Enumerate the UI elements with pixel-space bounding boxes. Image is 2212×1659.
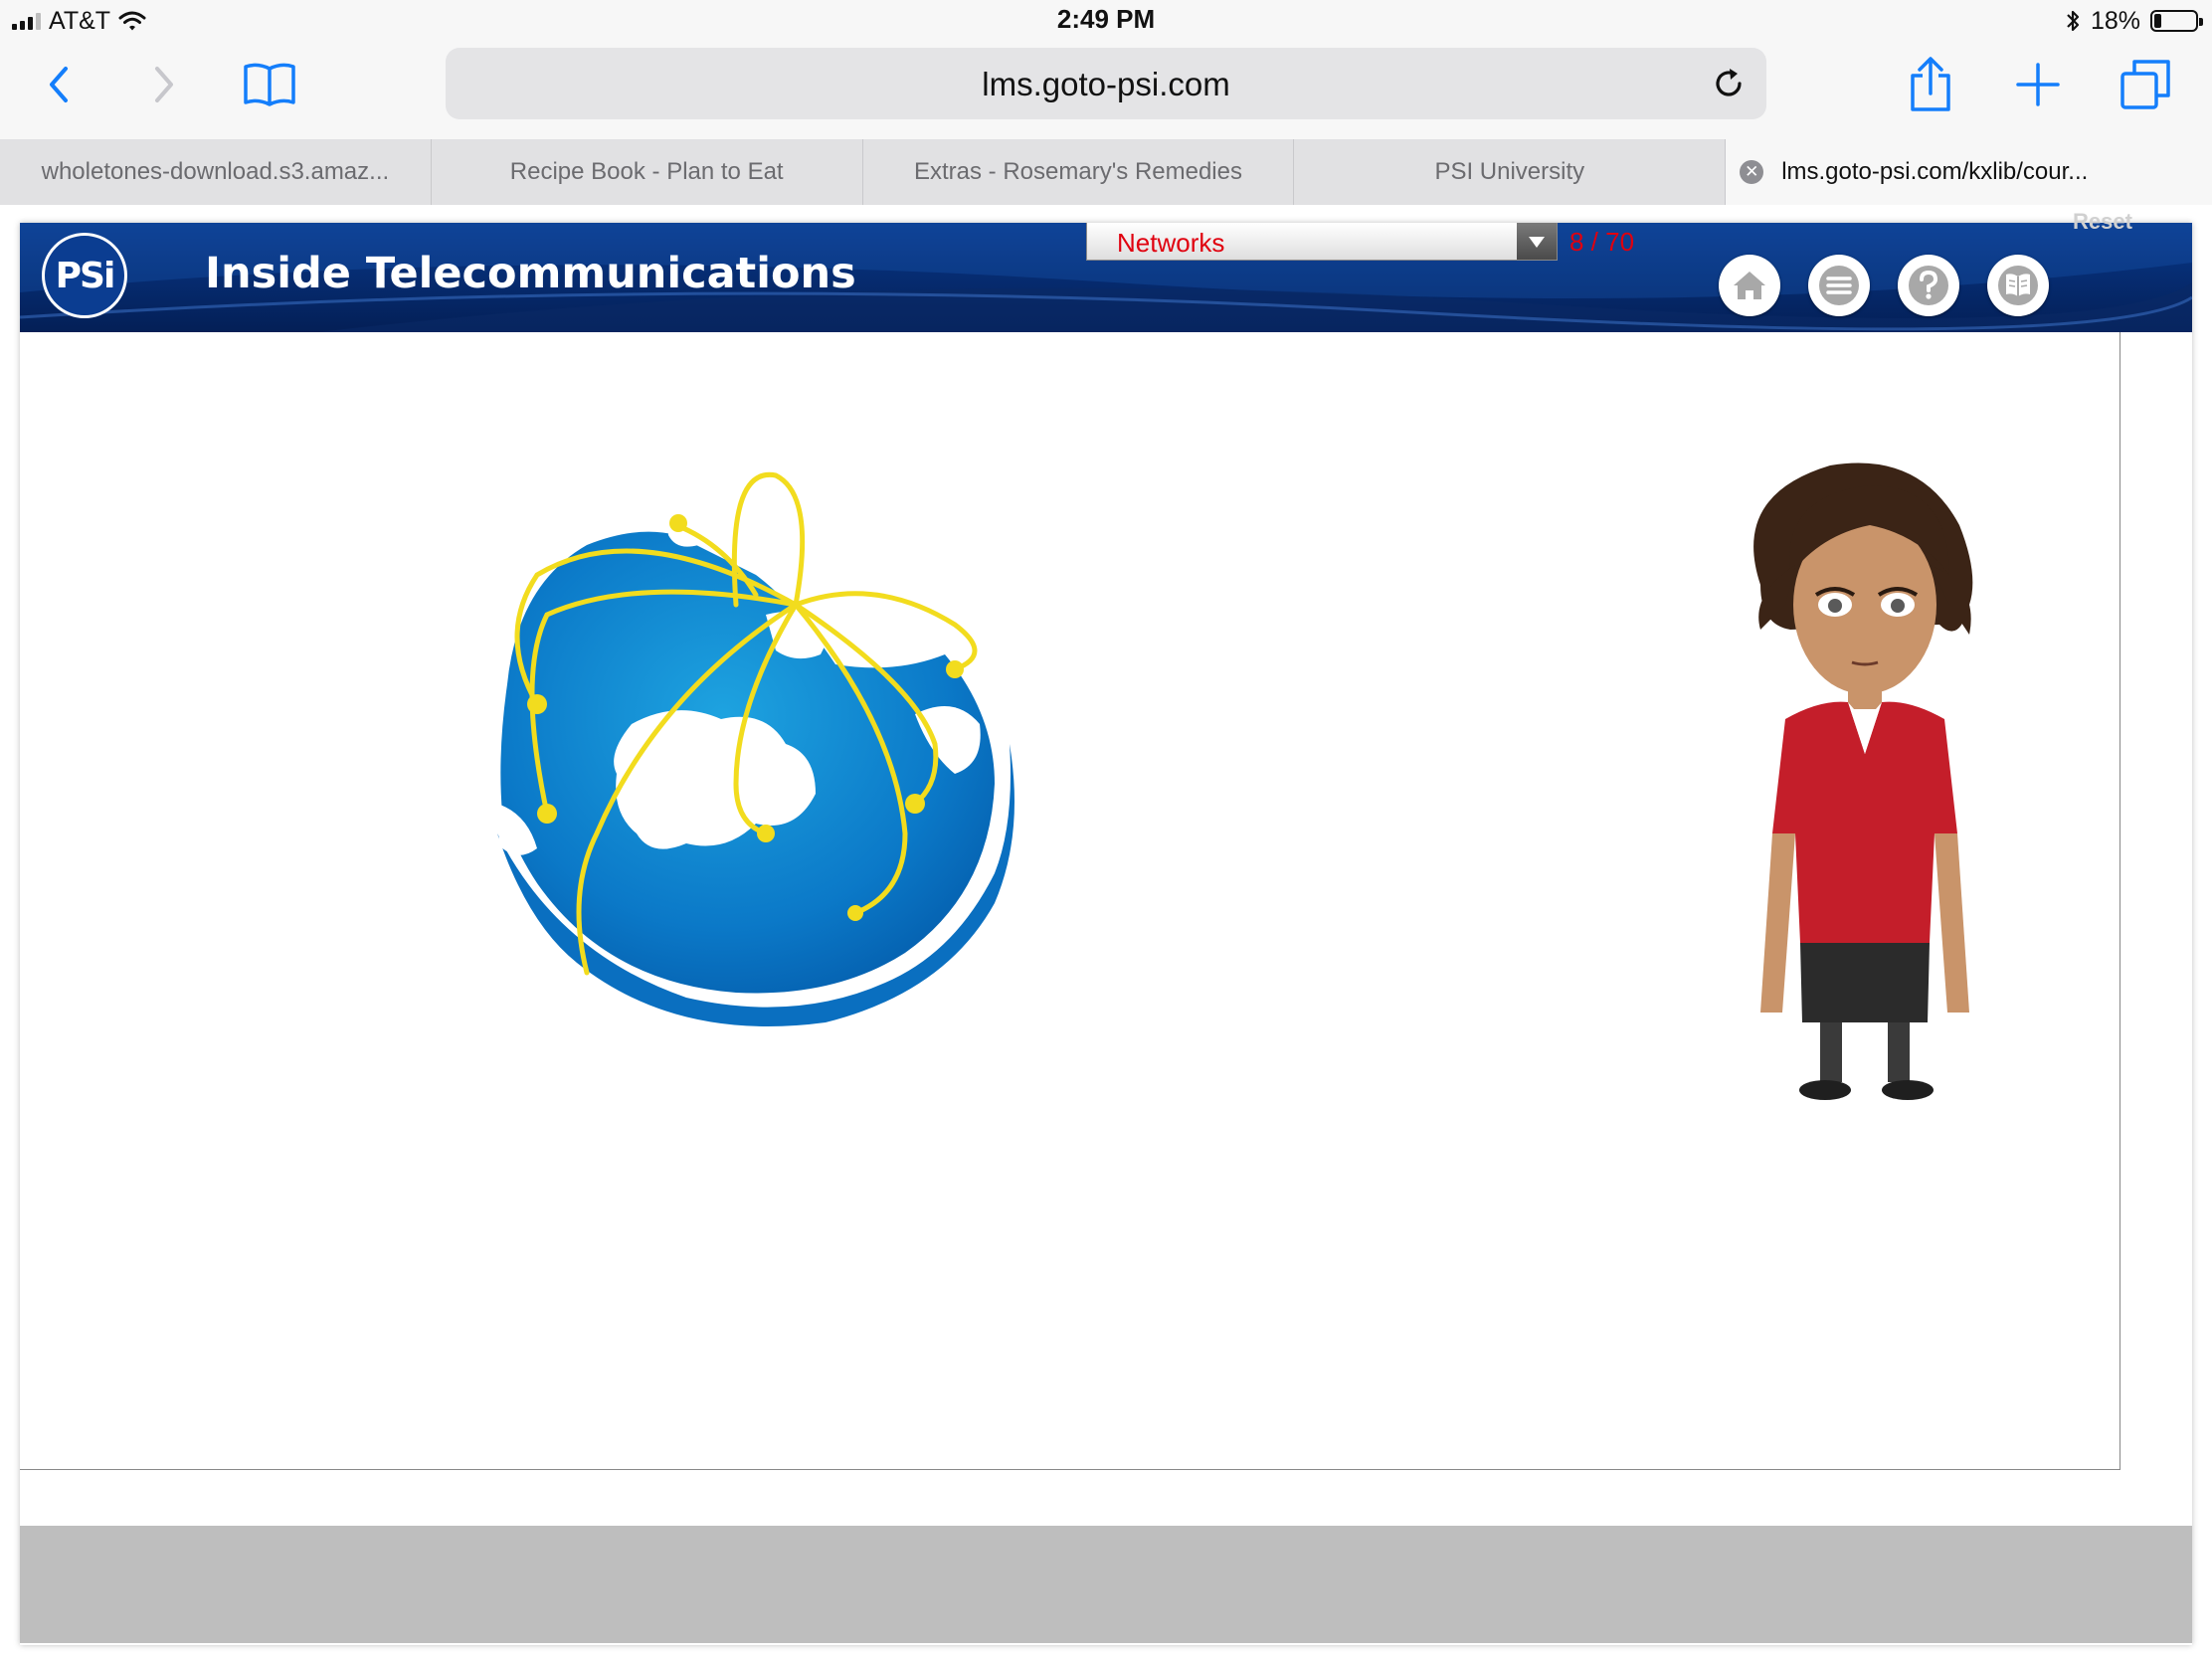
- course-title: Inside Telecommunications: [205, 249, 856, 298]
- forward-icon: [155, 67, 173, 102]
- tabs-icon: [2120, 60, 2170, 109]
- course-header: PSi Inside Telecommunications Networks 8…: [20, 223, 2192, 332]
- address-bar[interactable]: lms.goto-psi.com: [446, 48, 1766, 119]
- tab-label: PSI University: [1434, 158, 1585, 185]
- presenter-character-illustration: [1753, 462, 1973, 1100]
- reload-button[interactable]: [1705, 60, 1752, 107]
- browser-tabs: wholetones-download.s3.amaz... Recipe Bo…: [0, 139, 2212, 205]
- battery-fill: [2154, 14, 2162, 28]
- home-icon: [1734, 272, 1765, 299]
- home-button[interactable]: [1719, 255, 1780, 316]
- share-button[interactable]: [1896, 50, 1965, 119]
- reset-label[interactable]: Reset: [2073, 209, 2132, 235]
- tab-psi-university[interactable]: PSI University: [1294, 139, 1727, 205]
- tab-wholetones[interactable]: wholetones-download.s3.amaz...: [0, 139, 432, 205]
- close-tab-icon[interactable]: ✕: [1740, 160, 1764, 184]
- glossary-book-icon: [1998, 266, 2038, 305]
- reload-icon: [1716, 69, 1742, 96]
- glossary-button[interactable]: [1987, 255, 2049, 316]
- chapter-dropdown-value: Networks: [1117, 228, 1225, 258]
- browser-toolbar: lms.goto-psi.com: [0, 40, 2212, 139]
- tab-label: wholetones-download.s3.amaz...: [41, 158, 390, 185]
- url-text: lms.goto-psi.com: [982, 66, 1230, 102]
- battery-percent: 18%: [2090, 6, 2140, 35]
- tabs-button[interactable]: [2111, 50, 2180, 119]
- content-divider: [97, 1469, 2120, 1470]
- web-page: PSi Inside Telecommunications Networks 8…: [0, 205, 2212, 1659]
- help-icon: [1909, 266, 1948, 305]
- clock: 2:49 PM: [1056, 4, 1156, 34]
- bookmarks-icon: [244, 63, 295, 106]
- slide-content: [20, 332, 2120, 1470]
- dropdown-arrow-icon: [1517, 223, 1557, 260]
- psi-logo: PSi: [42, 233, 127, 318]
- tab-label: lms.goto-psi.com/kxlib/cour...: [1781, 158, 2089, 185]
- status-right: 18%: [2065, 4, 2203, 38]
- tab-recipe-book[interactable]: Recipe Book - Plan to Eat: [432, 139, 863, 205]
- help-button[interactable]: [1898, 255, 1959, 316]
- forward-button[interactable]: [129, 50, 199, 119]
- battery-icon: [2150, 10, 2203, 32]
- bookmarks-button[interactable]: [235, 50, 304, 119]
- new-tab-button[interactable]: [2003, 50, 2073, 119]
- status-bar: AT&T 2:49 PM 18%: [0, 0, 2212, 40]
- menu-icon: [1819, 266, 1859, 305]
- back-button[interactable]: [24, 50, 93, 119]
- tab-lms-course[interactable]: ✕ lms.goto-psi.com/kxlib/cour...: [1726, 139, 2212, 205]
- network-globe-illustration: [497, 471, 1014, 1026]
- tab-rosemarys-remedies[interactable]: Extras - Rosemary's Remedies: [863, 139, 1295, 205]
- tab-label: Extras - Rosemary's Remedies: [913, 158, 1242, 185]
- course-player: PSi Inside Telecommunications Networks 8…: [20, 209, 2192, 1645]
- chapter-dropdown[interactable]: Networks: [1086, 223, 1558, 261]
- new-tab-icon: [2016, 63, 2060, 106]
- menu-button[interactable]: [1808, 255, 1870, 316]
- share-icon: [1911, 57, 1950, 111]
- course-footer: [20, 1526, 2192, 1643]
- bluetooth-icon: [2067, 10, 2080, 32]
- back-icon: [50, 67, 68, 102]
- logo-text: PSi: [55, 255, 116, 296]
- tab-label: Recipe Book - Plan to Eat: [509, 158, 784, 185]
- page-counter: 8 / 70: [1569, 227, 1635, 257]
